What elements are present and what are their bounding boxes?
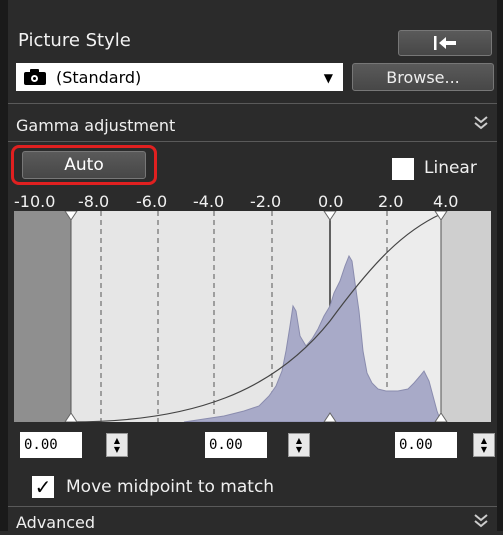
- axis-tick-label: 2.0: [378, 192, 404, 211]
- shadow-value-stepper[interactable]: ▲ ▼: [106, 433, 128, 457]
- section-divider: [8, 141, 497, 142]
- highlight-value-input[interactable]: 0.00: [395, 432, 457, 458]
- camera-icon: [24, 69, 46, 85]
- axis-tick-label: -2.0: [250, 192, 282, 211]
- shadow-value-input[interactable]: 0.00: [20, 432, 82, 458]
- axis-tick-label: -6.0: [136, 192, 168, 211]
- shadow-clip-region: [14, 211, 71, 422]
- move-midpoint-checkbox[interactable]: ✓: [32, 475, 54, 499]
- linear-label: Linear: [424, 158, 477, 178]
- picture-style-value: (Standard): [56, 67, 142, 87]
- advanced-section-title: Advanced: [16, 513, 96, 532]
- move-midpoint-label: Move midpoint to match: [66, 477, 275, 497]
- section-divider: [8, 506, 497, 507]
- axis-tick-label: -8.0: [78, 192, 110, 211]
- dropdown-arrow-icon: ▼: [323, 71, 333, 85]
- section-divider: [8, 103, 497, 104]
- axis-tick-label: -10.0: [14, 192, 56, 211]
- gamma-graph[interactable]: [14, 210, 491, 423]
- double-chevron-down-icon[interactable]: [472, 512, 490, 535]
- midpoint-value-input[interactable]: 0.00: [205, 432, 267, 458]
- revert-button[interactable]: [398, 30, 492, 56]
- highlight-clip-region: [441, 211, 491, 422]
- undo-arrow-icon: [434, 36, 456, 50]
- axis-tick-label: 4.0: [433, 192, 459, 211]
- browse-button[interactable]: Browse...: [352, 63, 494, 91]
- gamma-section-title: Gamma adjustment: [16, 116, 176, 135]
- panel-title: Picture Style: [18, 30, 131, 51]
- midpoint-value-stepper[interactable]: ▲ ▼: [288, 433, 310, 457]
- highlight-value-stepper[interactable]: ▲ ▼: [473, 433, 495, 457]
- picture-style-select[interactable]: (Standard) ▼: [16, 63, 343, 91]
- axis-tick-label: -4.0: [193, 192, 225, 211]
- auto-button-highlight: [11, 145, 157, 185]
- panel-left-edge: [0, 0, 8, 531]
- linear-checkbox[interactable]: [392, 158, 414, 180]
- panel-right-edge: [497, 0, 503, 531]
- double-chevron-down-icon[interactable]: [472, 114, 490, 137]
- axis-tick-label: 0.0: [318, 192, 344, 211]
